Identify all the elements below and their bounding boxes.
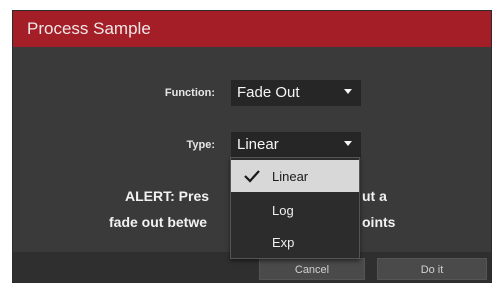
function-label: Function: xyxy=(164,87,215,99)
cancel-button[interactable]: Cancel xyxy=(259,258,365,280)
menu-item-label: Exp xyxy=(272,235,295,250)
alert-line2-left: fade out betwe xyxy=(109,214,208,230)
do-it-button[interactable]: Do it xyxy=(377,258,487,280)
menu-item-log[interactable]: Log xyxy=(231,194,359,226)
chevron-down-icon xyxy=(344,141,352,146)
menu-item-linear[interactable]: Linear xyxy=(231,160,359,192)
type-value: Linear xyxy=(237,136,279,153)
alert-line1-right: ut a xyxy=(362,188,387,204)
type-dropdown-menu: Linear Log Exp xyxy=(230,157,360,259)
checkmark-icon xyxy=(244,170,260,183)
dialog-title: Process Sample xyxy=(27,19,151,38)
function-select[interactable]: Fade Out xyxy=(231,80,361,106)
type-label: Type: xyxy=(186,139,215,151)
menu-item-label: Log xyxy=(272,203,294,218)
chevron-down-icon xyxy=(344,89,352,94)
alert-line1-left: ALERT: Pres xyxy=(125,188,210,204)
dialog-titlebar: Process Sample xyxy=(13,11,491,47)
menu-item-exp[interactable]: Exp xyxy=(231,226,359,258)
menu-item-label: Linear xyxy=(272,169,309,184)
alert-line2-right: oints xyxy=(362,214,396,230)
type-select[interactable]: Linear xyxy=(231,132,361,158)
function-value: Fade Out xyxy=(237,84,300,101)
